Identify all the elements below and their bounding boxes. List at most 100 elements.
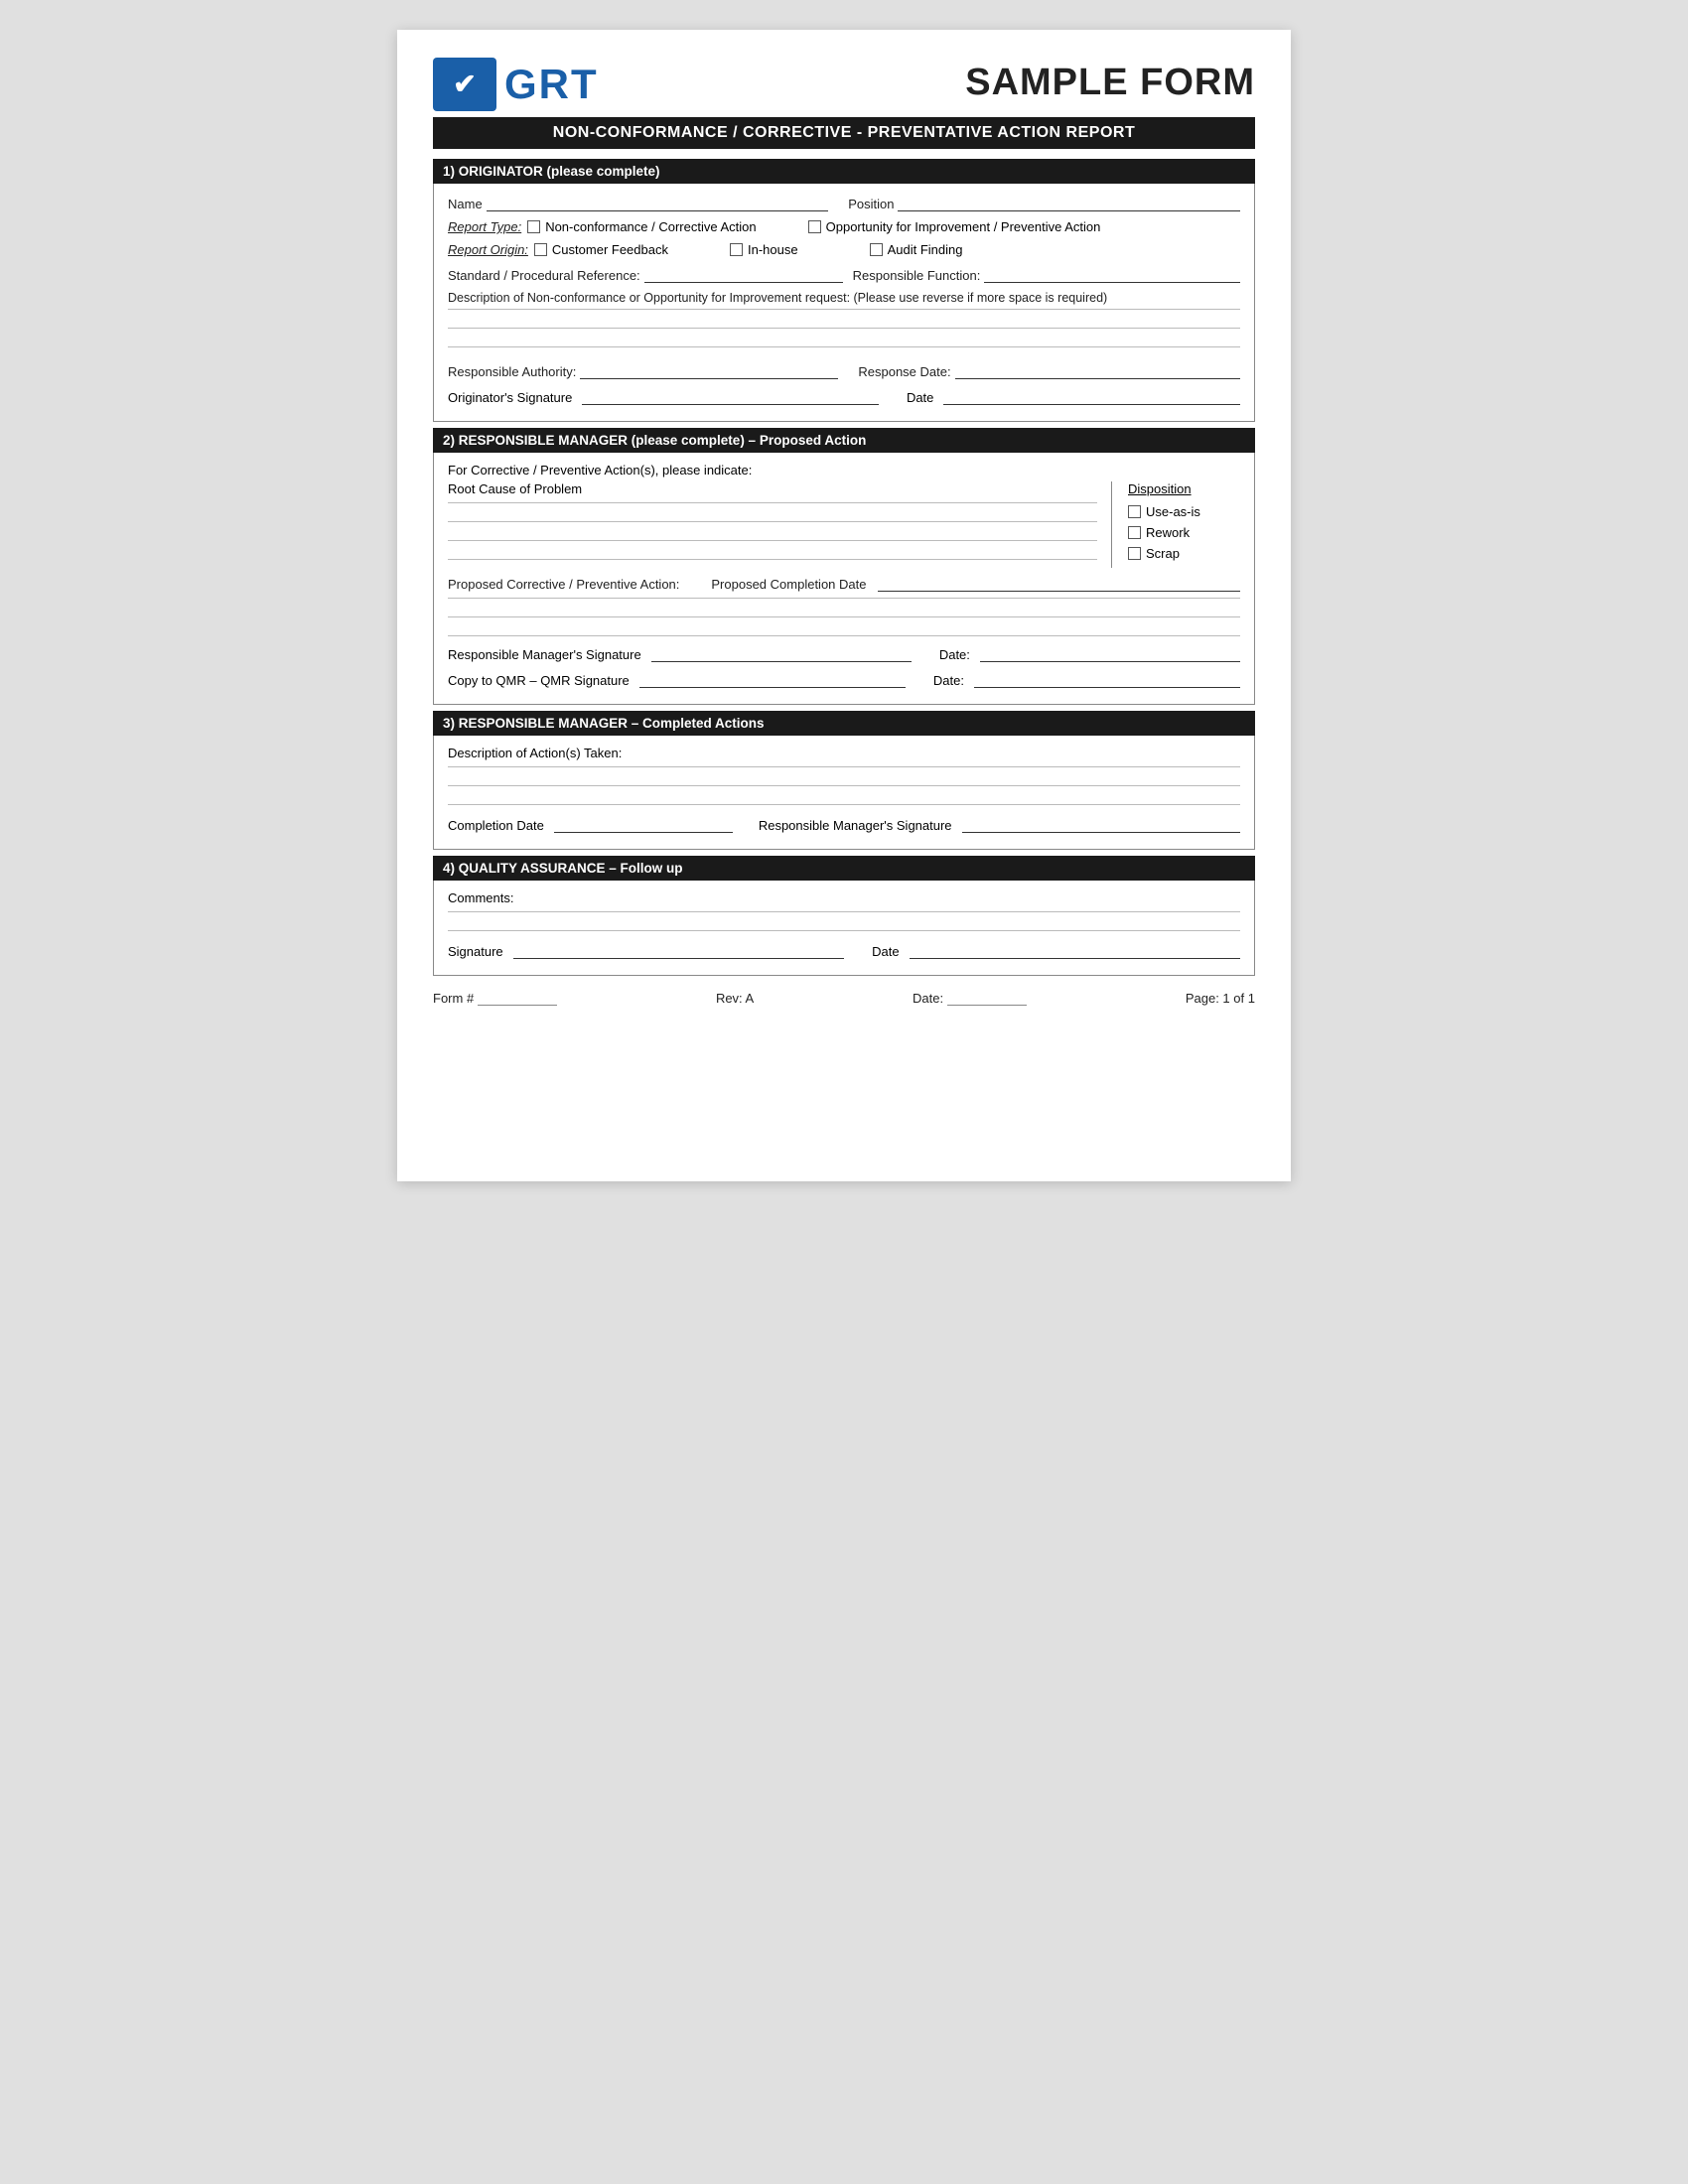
qmr-sig-field[interactable] <box>639 670 906 688</box>
resp-mgr-sig-row: Responsible Manager's Signature Date: <box>448 644 1240 662</box>
logo-area: ✔ GRT <box>433 58 599 111</box>
completion-date-field[interactable] <box>554 815 733 833</box>
header: ✔ GRT SAMPLE FORM <box>433 58 1255 111</box>
description-lines <box>448 309 1240 347</box>
desc-line-2 <box>448 328 1240 329</box>
resp-mgr-sig-label: Responsible Manager's Signature <box>448 647 641 662</box>
report-type-option-1[interactable]: Non-conformance / Corrective Action <box>527 219 756 234</box>
orig-sig-field[interactable] <box>582 387 879 405</box>
qmr-sig-row: Copy to QMR – QMR Signature Date: <box>448 670 1240 688</box>
root-cause-label: Root Cause of Problem <box>448 481 1097 496</box>
checkbox-opportunity[interactable] <box>808 220 821 233</box>
checkbox-rework[interactable] <box>1128 526 1141 539</box>
proposed-action-lines <box>448 598 1240 636</box>
origin-option-2-label: In-house <box>748 242 798 257</box>
comments-label: Comments: <box>448 890 1240 905</box>
checkbox-inhouse[interactable] <box>730 243 743 256</box>
completion-date-label: Completion Date <box>448 818 544 833</box>
root-cause-line-2 <box>448 521 1097 522</box>
disposition-option-2-label: Rework <box>1146 525 1190 540</box>
qmr-sig-label: Copy to QMR – QMR Signature <box>448 673 630 688</box>
logo-text: GRT <box>504 61 599 108</box>
checkbox-audit[interactable] <box>870 243 883 256</box>
footer-date-line <box>947 990 1027 1006</box>
qmr-date-field[interactable] <box>974 670 1240 688</box>
disposition-label: Disposition <box>1128 481 1240 496</box>
report-origin-row: Report Origin: Customer Feedback In-hous… <box>448 242 1240 257</box>
section4-sig-field[interactable] <box>513 941 844 959</box>
page: ✔ GRT SAMPLE FORM NON-CONFORMANCE / CORR… <box>397 30 1291 1181</box>
resp-mgr-date-field[interactable] <box>980 644 1240 662</box>
section2-content: Root Cause of Problem Disposition Use-as… <box>448 481 1240 568</box>
section2-left: Root Cause of Problem <box>448 481 1111 568</box>
section1-header: 1) ORIGINATOR (please complete) <box>433 159 1255 184</box>
proposed-line-1 <box>448 598 1240 599</box>
completion-sig-row: Completion Date Responsible Manager's Si… <box>448 815 1240 833</box>
action-line-1 <box>448 766 1240 767</box>
resp-mgr-sig-field[interactable] <box>651 644 912 662</box>
disposition-scrap[interactable]: Scrap <box>1128 546 1240 561</box>
description-label: Description of Non-conformance or Opport… <box>448 291 1240 305</box>
proposed-action-label: Proposed Corrective / Preventive Action: <box>448 577 679 592</box>
report-type-option-2[interactable]: Opportunity for Improvement / Preventive… <box>808 219 1101 234</box>
origin-option-3-label: Audit Finding <box>888 242 963 257</box>
resp-function-field[interactable] <box>984 265 1240 283</box>
section4-sig-label: Signature <box>448 944 503 959</box>
response-date-field[interactable] <box>955 361 1240 379</box>
checkbox-scrap[interactable] <box>1128 547 1141 560</box>
resp-authority-field[interactable] <box>580 361 838 379</box>
section3-resp-mgr-sig-label: Responsible Manager's Signature <box>759 818 952 833</box>
resp-authority-row: Responsible Authority: Response Date: <box>448 361 1240 379</box>
desc-line-1 <box>448 309 1240 310</box>
proposed-line-3 <box>448 635 1240 636</box>
origin-audit-finding[interactable]: Audit Finding <box>870 242 963 257</box>
name-position-row: Name Position <box>448 194 1240 211</box>
disposition-option-1-label: Use-as-is <box>1146 504 1200 519</box>
disposition-rework[interactable]: Rework <box>1128 525 1240 540</box>
footer-form: Form # <box>433 990 557 1006</box>
section2-body: For Corrective / Preventive Action(s), p… <box>433 453 1255 705</box>
resp-function-label: Responsible Function: <box>853 268 981 283</box>
for-corrective-label: For Corrective / Preventive Action(s), p… <box>448 463 1240 478</box>
orig-date-label: Date <box>907 390 933 405</box>
comment-line-2 <box>448 930 1240 931</box>
desc-line-3 <box>448 346 1240 347</box>
footer-rev: Rev: A <box>716 991 754 1006</box>
report-type-label: Report Type: <box>448 219 521 234</box>
position-label: Position <box>848 197 894 211</box>
resp-authority-label: Responsible Authority: <box>448 364 576 379</box>
std-ref-field[interactable] <box>644 265 843 283</box>
action-line-2 <box>448 785 1240 786</box>
footer-page-label: Page: 1 of 1 <box>1186 991 1255 1006</box>
orig-date-field[interactable] <box>943 387 1240 405</box>
root-cause-line-1 <box>448 502 1097 503</box>
section4-date-field[interactable] <box>910 941 1240 959</box>
desc-actions-label: Description of Action(s) Taken: <box>448 746 1240 760</box>
disposition-use-as-is[interactable]: Use-as-is <box>1128 504 1240 519</box>
checkbox-customer-feedback[interactable] <box>534 243 547 256</box>
report-type-row: Report Type: Non-conformance / Correctiv… <box>448 219 1240 234</box>
proposed-completion-label: Proposed Completion Date <box>711 577 866 592</box>
action-line-3 <box>448 804 1240 805</box>
origin-inhouse[interactable]: In-house <box>730 242 798 257</box>
std-ref-row: Standard / Procedural Reference: Respons… <box>448 265 1240 283</box>
footer: Form # Rev: A Date: Page: 1 of 1 <box>433 990 1255 1006</box>
origin-option-1-label: Customer Feedback <box>552 242 668 257</box>
proposed-completion-field[interactable] <box>878 574 1240 592</box>
name-field[interactable] <box>487 194 829 211</box>
logo-checkmark: ✔ <box>453 70 476 98</box>
orig-sig-label: Originator's Signature <box>448 390 572 405</box>
std-ref-label: Standard / Procedural Reference: <box>448 268 640 283</box>
qmr-date-label: Date: <box>933 673 964 688</box>
section4-header: 4) QUALITY ASSURANCE – Follow up <box>433 856 1255 881</box>
logo-box: ✔ <box>433 58 496 111</box>
footer-date: Date: <box>913 990 1027 1006</box>
position-field[interactable] <box>898 194 1240 211</box>
section3-resp-mgr-sig-field[interactable] <box>962 815 1240 833</box>
checkbox-nc-corrective[interactable] <box>527 220 540 233</box>
disposition-option-3-label: Scrap <box>1146 546 1180 561</box>
checkbox-use-as-is[interactable] <box>1128 505 1141 518</box>
footer-rev-label: Rev: A <box>716 991 754 1006</box>
comment-line-1 <box>448 911 1240 912</box>
origin-customer-feedback[interactable]: Customer Feedback <box>534 242 668 257</box>
